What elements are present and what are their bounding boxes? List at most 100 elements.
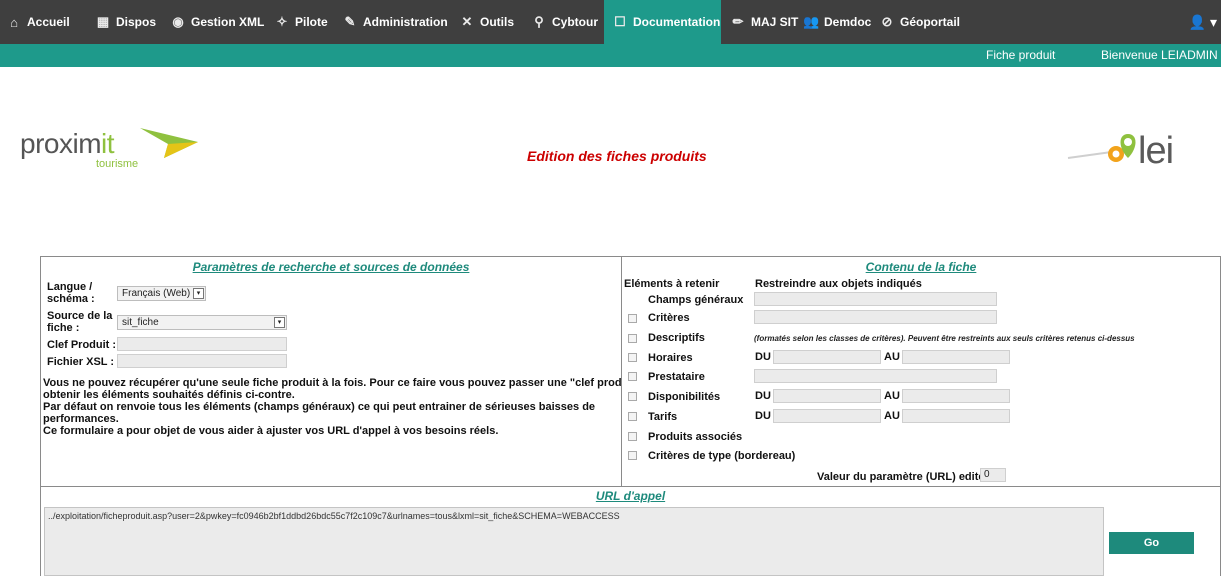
tarifs-du-input[interactable]: [773, 409, 881, 423]
logo-text-b: it: [101, 128, 115, 159]
nav-label: Dispos: [116, 15, 157, 29]
lei-logo: lei: [1066, 128, 1221, 178]
tarifs-du-label: DU: [755, 410, 771, 422]
nav-label: Administration: [363, 15, 448, 29]
nav-administration[interactable]: ✎ Administration: [342, 0, 448, 44]
fiche-content-title: Contenu de la fiche: [865, 260, 977, 274]
logo-subtitle: tourisme: [96, 158, 139, 170]
url-textarea[interactable]: ../exploitation/ficheproduit.asp?user=2&…: [44, 507, 1104, 576]
url-title: URL d'appel: [595, 489, 666, 503]
descriptifs-label: Descriptifs: [648, 332, 705, 344]
prestataire-checkbox[interactable]: [628, 372, 637, 381]
calendar-icon: ▦: [96, 14, 110, 29]
horaires-au-label: AU: [884, 351, 900, 363]
prestataire-label: Prestataire: [648, 371, 705, 383]
horaires-du-input[interactable]: [773, 350, 881, 364]
source-select-value: sit_fiche: [122, 317, 159, 328]
help-text-1: Vous ne pouvez récupérer qu'une seule fi…: [43, 377, 654, 389]
edit-icon: ✏: [732, 14, 744, 29]
valeur-parametre-input[interactable]: 0: [980, 468, 1006, 482]
nav-label: Géoportail: [900, 15, 961, 29]
criteres-input[interactable]: [754, 310, 997, 324]
fichier-xsl-input[interactable]: [117, 354, 287, 368]
horaires-du-label: DU: [755, 351, 771, 363]
nav-label: MAJ SIT: [751, 15, 799, 29]
source-select[interactable]: sit_fiche ▾: [117, 315, 287, 330]
dispo-du-label: DU: [755, 390, 771, 402]
disponibilites-label: Disponibilités: [648, 391, 721, 403]
chevron-down-icon: ▾: [274, 317, 285, 328]
descriptifs-checkbox[interactable]: [628, 334, 637, 343]
dispo-au-input[interactable]: [902, 389, 1010, 403]
user-icon: 👤 ▾: [1188, 13, 1217, 30]
search-icon: ⚲: [534, 14, 544, 29]
arrow-logo-icon: [140, 128, 198, 158]
help-text-3: Par défaut on renvoie tous les éléments …: [43, 401, 596, 413]
nav-gestion-xml[interactable]: ◉ Gestion XML: [170, 0, 264, 44]
dispo-du-input[interactable]: [773, 389, 881, 403]
champs-generaux-input[interactable]: [754, 292, 997, 306]
document-icon: ☐: [614, 14, 626, 29]
clef-produit-input[interactable]: [117, 337, 287, 351]
criteres-checkbox[interactable]: [628, 314, 637, 323]
fiche-content-panel: Contenu de la fiche Eléments à retenir R…: [621, 256, 1221, 487]
help-text-4: performances.: [43, 413, 119, 425]
nav-dispos[interactable]: ▦ Dispos: [95, 0, 156, 44]
nav-label: Outils: [480, 15, 515, 29]
source-label-2: fiche :: [47, 322, 80, 334]
group-icon: 👥: [803, 14, 820, 29]
disponibilites-checkbox[interactable]: [628, 392, 637, 401]
langue-label-2: schéma :: [47, 293, 95, 305]
tarifs-au-label: AU: [884, 410, 900, 422]
horaires-au-input[interactable]: [902, 350, 1010, 364]
nav-cybtour[interactable]: ⚲ Cybtour: [531, 0, 598, 44]
nav-label: Demdoc: [824, 15, 872, 29]
proximit-logo: proximit tourisme: [20, 128, 198, 170]
fiche-produit-link[interactable]: Fiche produit: [986, 48, 1055, 62]
tools-icon: ✕: [461, 14, 473, 29]
nav-label: Documentation: [633, 15, 721, 29]
criteres-type-label: Critères de type (bordereau): [648, 450, 796, 462]
produits-associes-label: Produits associés: [648, 431, 743, 443]
nav-geoportail[interactable]: ⊘ Géoportail: [879, 0, 960, 44]
produits-associes-checkbox[interactable]: [628, 432, 637, 441]
nav-label: Gestion XML: [191, 15, 265, 29]
langue-select[interactable]: Français (Web) ▾: [117, 286, 206, 301]
nav-pilote[interactable]: ✧ Pilote: [274, 0, 328, 44]
welcome-text: Bienvenue LEIADMIN: [1101, 48, 1218, 62]
tarifs-label: Tarifs: [648, 411, 678, 423]
horaires-label: Horaires: [648, 352, 693, 364]
col-elements-header: Eléments à retenir: [624, 278, 720, 290]
col-restrict-header: Restreindre aux objets indiqués: [755, 278, 922, 290]
horaires-checkbox[interactable]: [628, 353, 637, 362]
nav-accueil[interactable]: ⌂ Accueil: [6, 0, 70, 44]
criteres-label: Critères: [648, 312, 690, 324]
fichier-xsl-label: Fichier XSL :: [47, 356, 115, 368]
criteres-type-checkbox[interactable]: [628, 451, 637, 460]
chevron-down-icon: ▾: [193, 288, 204, 299]
compass-icon: ⊘: [881, 14, 893, 29]
langue-select-value: Français (Web): [122, 288, 191, 299]
nav-label: Cybtour: [552, 15, 598, 29]
tarifs-checkbox[interactable]: [628, 412, 637, 421]
go-button[interactable]: Go: [1109, 532, 1194, 554]
user-menu[interactable]: 👤 ▾: [1189, 0, 1217, 44]
nav-label: Pilote: [295, 15, 328, 29]
signature-icon: ✎: [344, 14, 356, 29]
nav-outils[interactable]: ✕ Outils: [459, 0, 514, 44]
dispo-au-label: AU: [884, 390, 900, 402]
top-navigation-bar: ⌂ Accueil ▦ Dispos ◉ Gestion XML ✧ Pilote ✎ A…: [0, 0, 1221, 44]
nav-demdoc[interactable]: 👥 Demdoc: [803, 0, 871, 44]
wand-icon: ✧: [276, 14, 288, 29]
sub-bar: Fiche produit Bienvenue LEIADMIN: [0, 44, 1221, 67]
tarifs-au-input[interactable]: [902, 409, 1010, 423]
nav-maj-sit[interactable]: ✏ MAJ SIT: [730, 0, 799, 44]
nav-documentation[interactable]: ☐ Documentation: [604, 0, 721, 44]
source-label-1: Source de la: [47, 310, 113, 322]
valeur-parametre-label: Valeur du paramètre (URL) editer: [817, 471, 989, 483]
descriptifs-note: (formatés selon les classes de critères)…: [754, 334, 1135, 343]
langue-label-1: Langue /: [47, 281, 93, 293]
champs-generaux-label: Champs généraux: [648, 294, 744, 306]
prestataire-input[interactable]: [754, 369, 997, 383]
clef-produit-label: Clef Produit :: [47, 339, 117, 351]
